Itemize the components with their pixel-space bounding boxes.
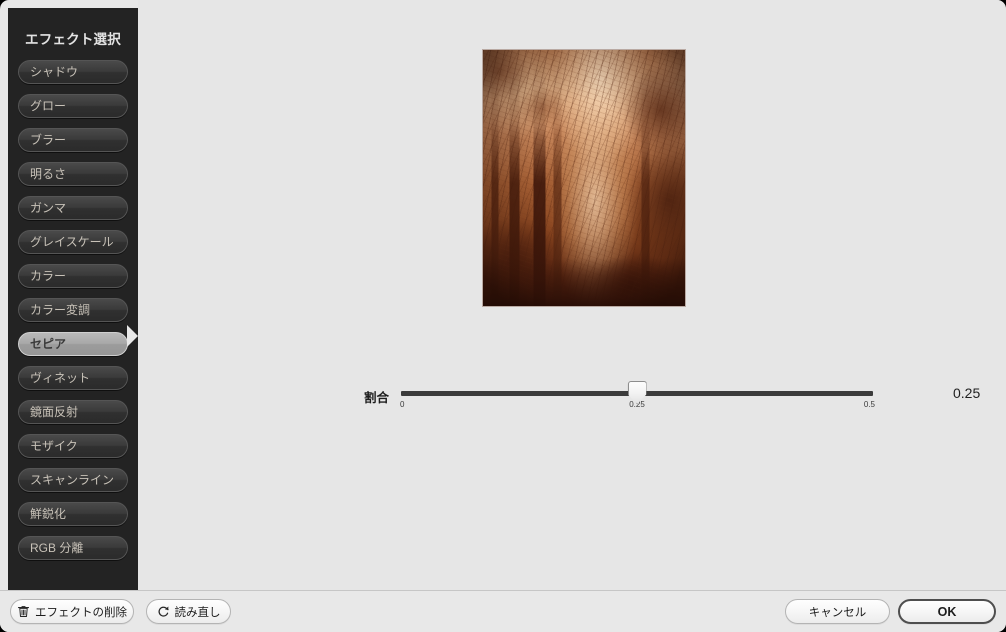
- cancel-button[interactable]: キャンセル: [785, 599, 890, 624]
- reload-ccw-icon: [157, 605, 170, 618]
- effect-item[interactable]: 明るさ: [18, 162, 128, 186]
- ok-button[interactable]: OK: [898, 599, 996, 624]
- sepia-forest-photo: [483, 50, 685, 306]
- trash-icon: [17, 605, 30, 618]
- effect-item[interactable]: グレイスケール: [18, 230, 128, 254]
- effect-item-selected[interactable]: セピア: [18, 332, 128, 356]
- ratio-slider[interactable]: 0 0.25 0.5: [400, 381, 875, 415]
- effect-preview-panel: 割合 0 0.25 0.5 0.25: [138, 0, 1006, 590]
- preview-image-frame: [482, 49, 686, 307]
- ratio-value-readout: 0.25: [953, 385, 981, 401]
- effect-item[interactable]: 鮮鋭化: [18, 502, 128, 526]
- ratio-slider-row: 割合 0 0.25 0.5 0.25: [343, 381, 1003, 419]
- delete-effect-button[interactable]: エフェクトの削除: [10, 599, 134, 624]
- reload-label: 読み直し: [174, 606, 221, 619]
- effect-list: シャドウグローブラー明るさガンマグレイスケール カラーカラー変調セピアヴィネット鏡…: [8, 60, 138, 570]
- effect-item[interactable]: ガンマ: [18, 196, 128, 220]
- ratio-tick-max: 0.5: [863, 400, 875, 409]
- dialog-footer: エフェクトの削除 読み直し キャンセル OK: [0, 590, 1006, 632]
- sidebar-title: エフェクト選択: [25, 32, 121, 47]
- delete-effect-label: エフェクトの削除: [35, 606, 127, 619]
- ratio-slider-label: 割合: [363, 391, 389, 405]
- cancel-label: キャンセル: [808, 606, 867, 619]
- ratio-tick-min: 0: [400, 400, 405, 409]
- selected-effect-pointer-icon: [127, 325, 138, 347]
- effect-chooser-dialog: エフェクト選択 シャドウグローブラー明るさガンマグレイスケール カラーカラー変調セ…: [0, 0, 1006, 632]
- effect-item[interactable]: グロー: [18, 94, 128, 118]
- reload-button[interactable]: 読み直し: [146, 599, 231, 624]
- ok-label: OK: [937, 604, 957, 619]
- effect-item[interactable]: カラー変調: [18, 298, 128, 322]
- effect-item[interactable]: ヴィネット: [18, 366, 128, 390]
- effect-item[interactable]: RGB 分離: [18, 536, 128, 560]
- photo-vignette-layer: [483, 50, 685, 306]
- effect-sidebar: エフェクト選択 シャドウグローブラー明るさガンマグレイスケール カラーカラー変調セ…: [8, 8, 138, 590]
- effect-item[interactable]: モザイク: [18, 434, 128, 458]
- effect-item[interactable]: ブラー: [18, 128, 128, 152]
- effect-item[interactable]: 鏡面反射: [18, 400, 128, 424]
- effect-item[interactable]: スキャンライン: [18, 468, 128, 492]
- effect-item[interactable]: シャドウ: [18, 60, 128, 84]
- effect-item[interactable]: カラー: [18, 264, 128, 288]
